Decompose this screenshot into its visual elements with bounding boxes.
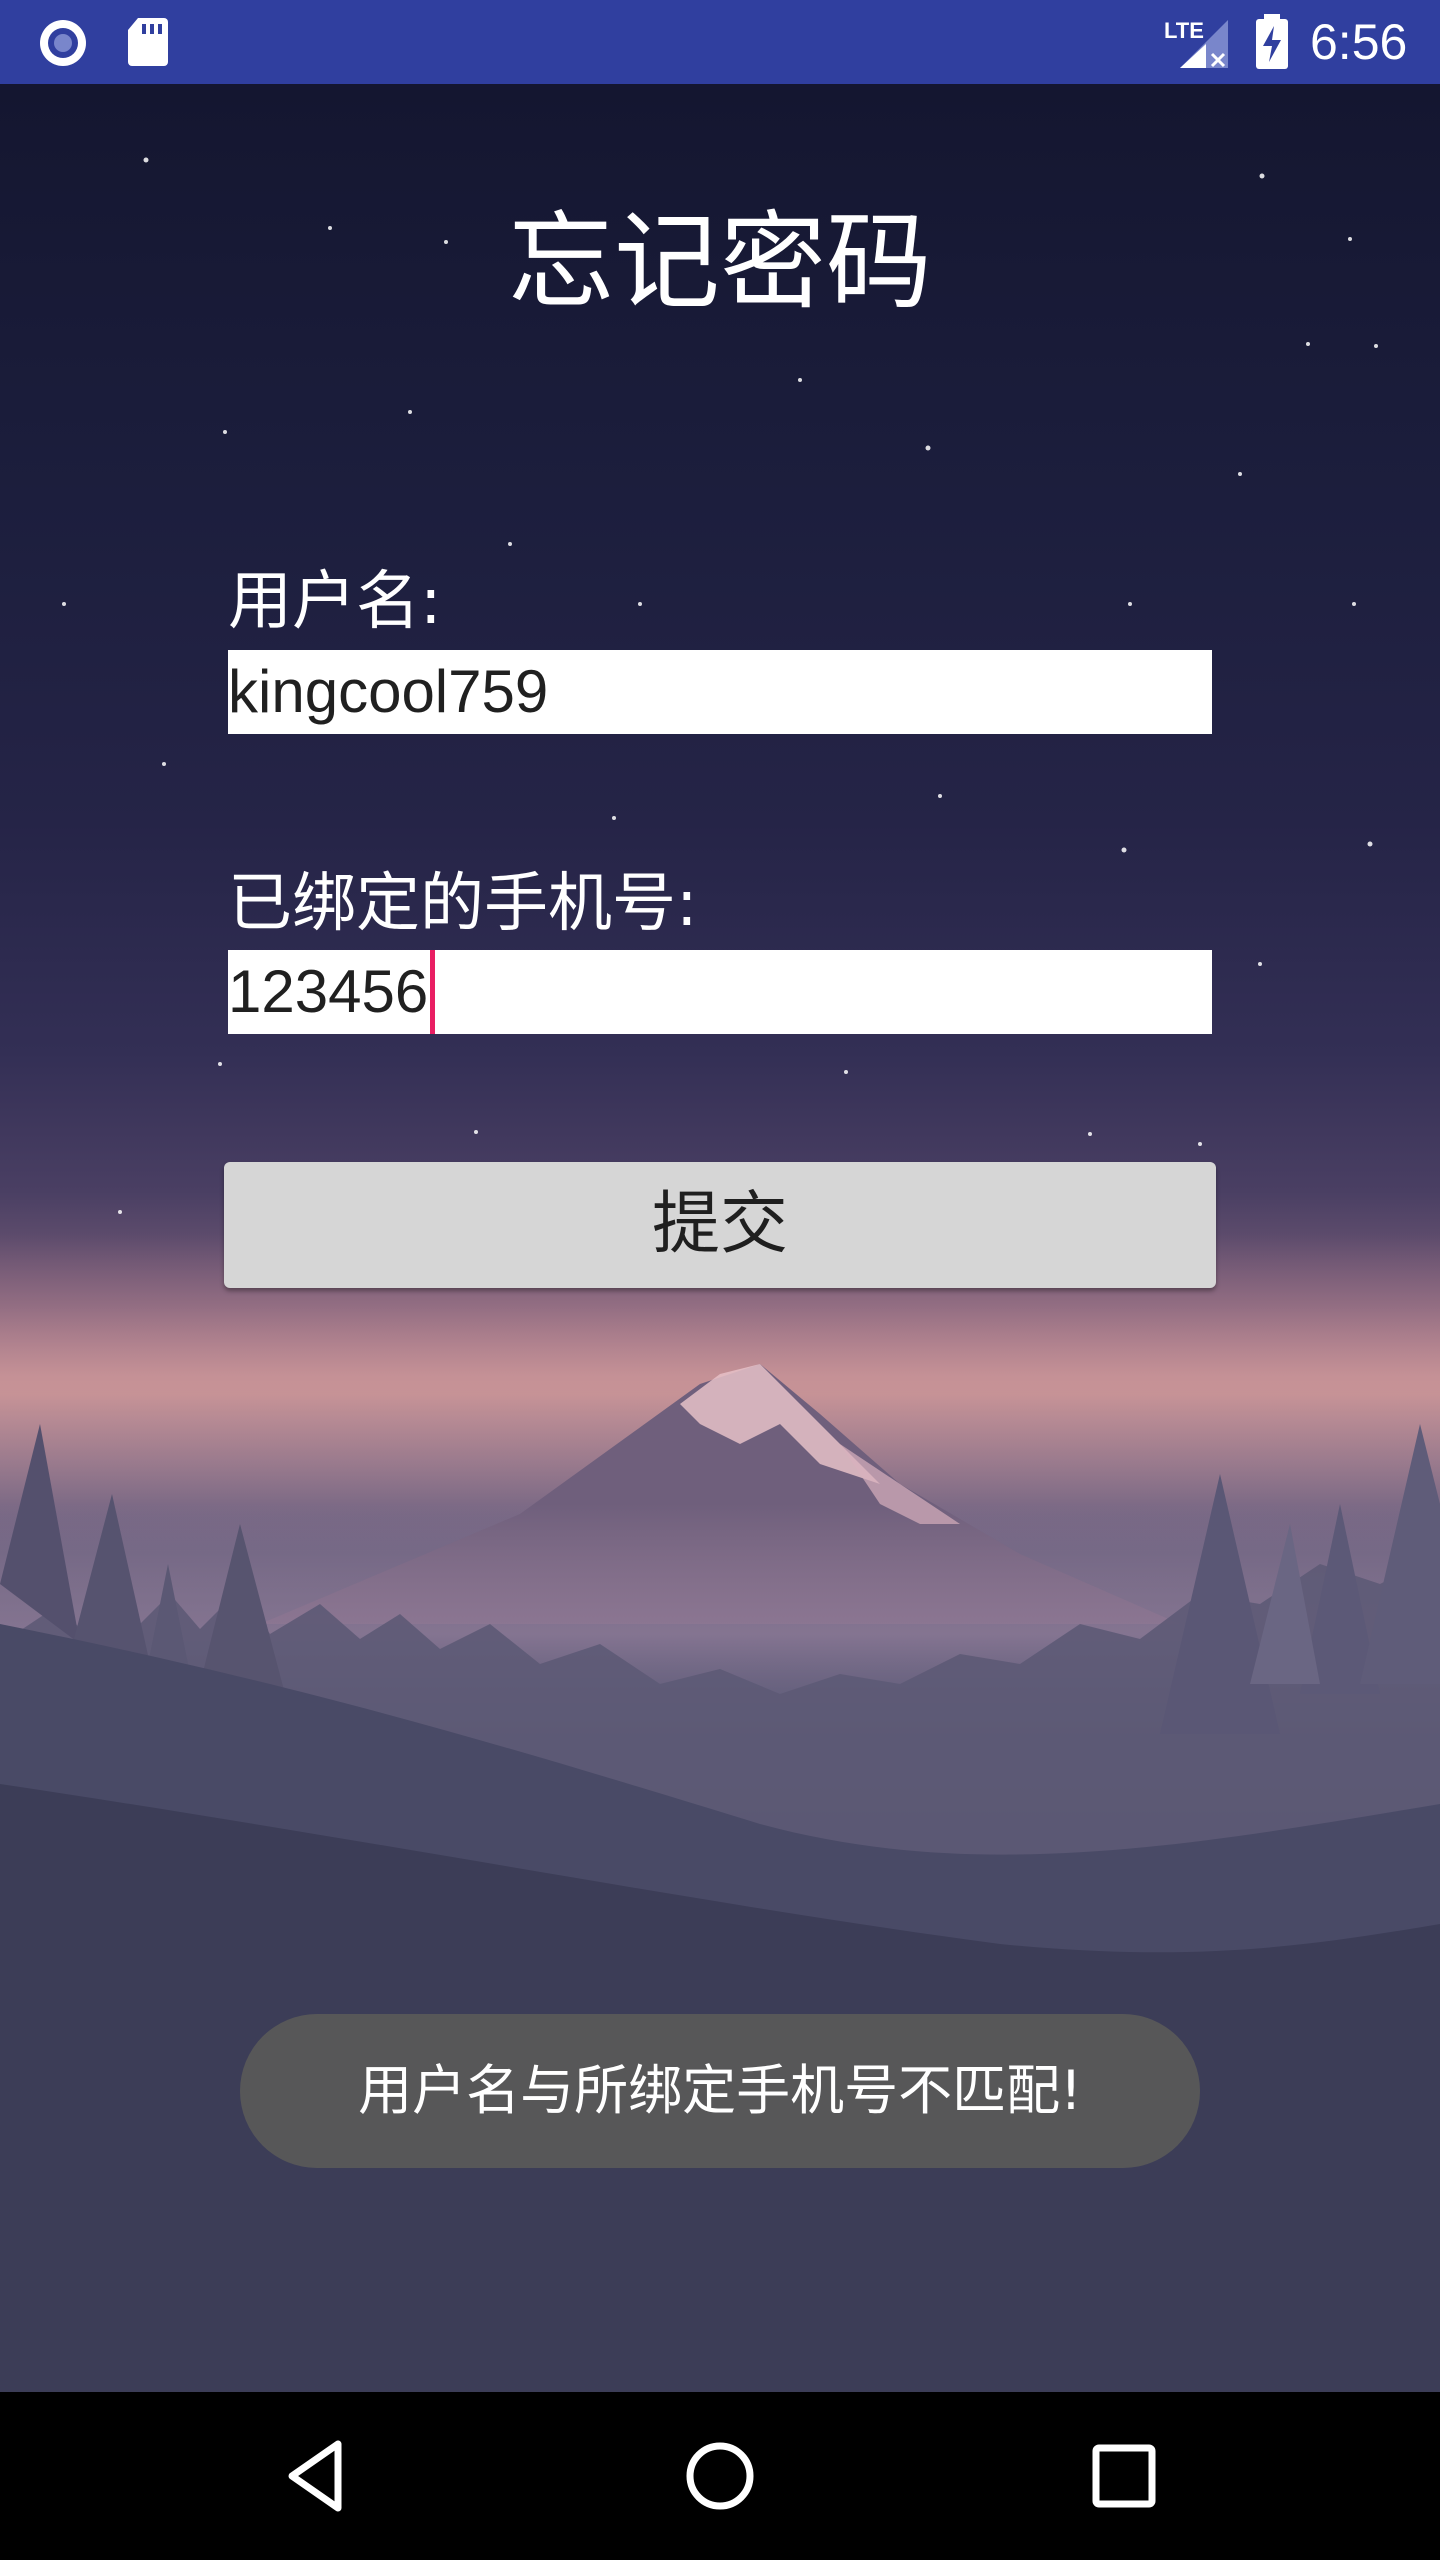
status-bar: LTE 6:56 bbox=[0, 0, 1440, 84]
phone-input[interactable]: 123456 bbox=[228, 950, 1212, 1034]
text-cursor bbox=[430, 950, 436, 1034]
page-title: 忘记密码 bbox=[508, 201, 932, 324]
radio-icon bbox=[40, 20, 86, 66]
phone-input-value: 123456 bbox=[228, 958, 429, 1025]
home-icon[interactable] bbox=[674, 2430, 766, 2522]
status-time: 6:56 bbox=[1310, 14, 1408, 70]
recents-icon[interactable] bbox=[1078, 2430, 1170, 2522]
submit-button[interactable]: 提交 bbox=[224, 1162, 1216, 1288]
back-icon[interactable] bbox=[270, 2430, 362, 2522]
navigation-bar bbox=[0, 2392, 1440, 2560]
lte-signal-icon: LTE bbox=[1164, 18, 1228, 68]
phone-label: 已绑定的手机号: bbox=[228, 867, 698, 941]
username-label: 用户名: bbox=[228, 565, 442, 639]
sd-card-icon bbox=[128, 18, 168, 66]
battery-charging-icon bbox=[1256, 14, 1288, 69]
svg-text:LTE: LTE bbox=[1164, 18, 1204, 43]
username-input-value: kingcool759 bbox=[228, 658, 549, 725]
username-input[interactable]: kingcool759 bbox=[228, 650, 1212, 734]
toast-message: 用户名与所绑定手机号不匹配! bbox=[240, 2014, 1200, 2168]
